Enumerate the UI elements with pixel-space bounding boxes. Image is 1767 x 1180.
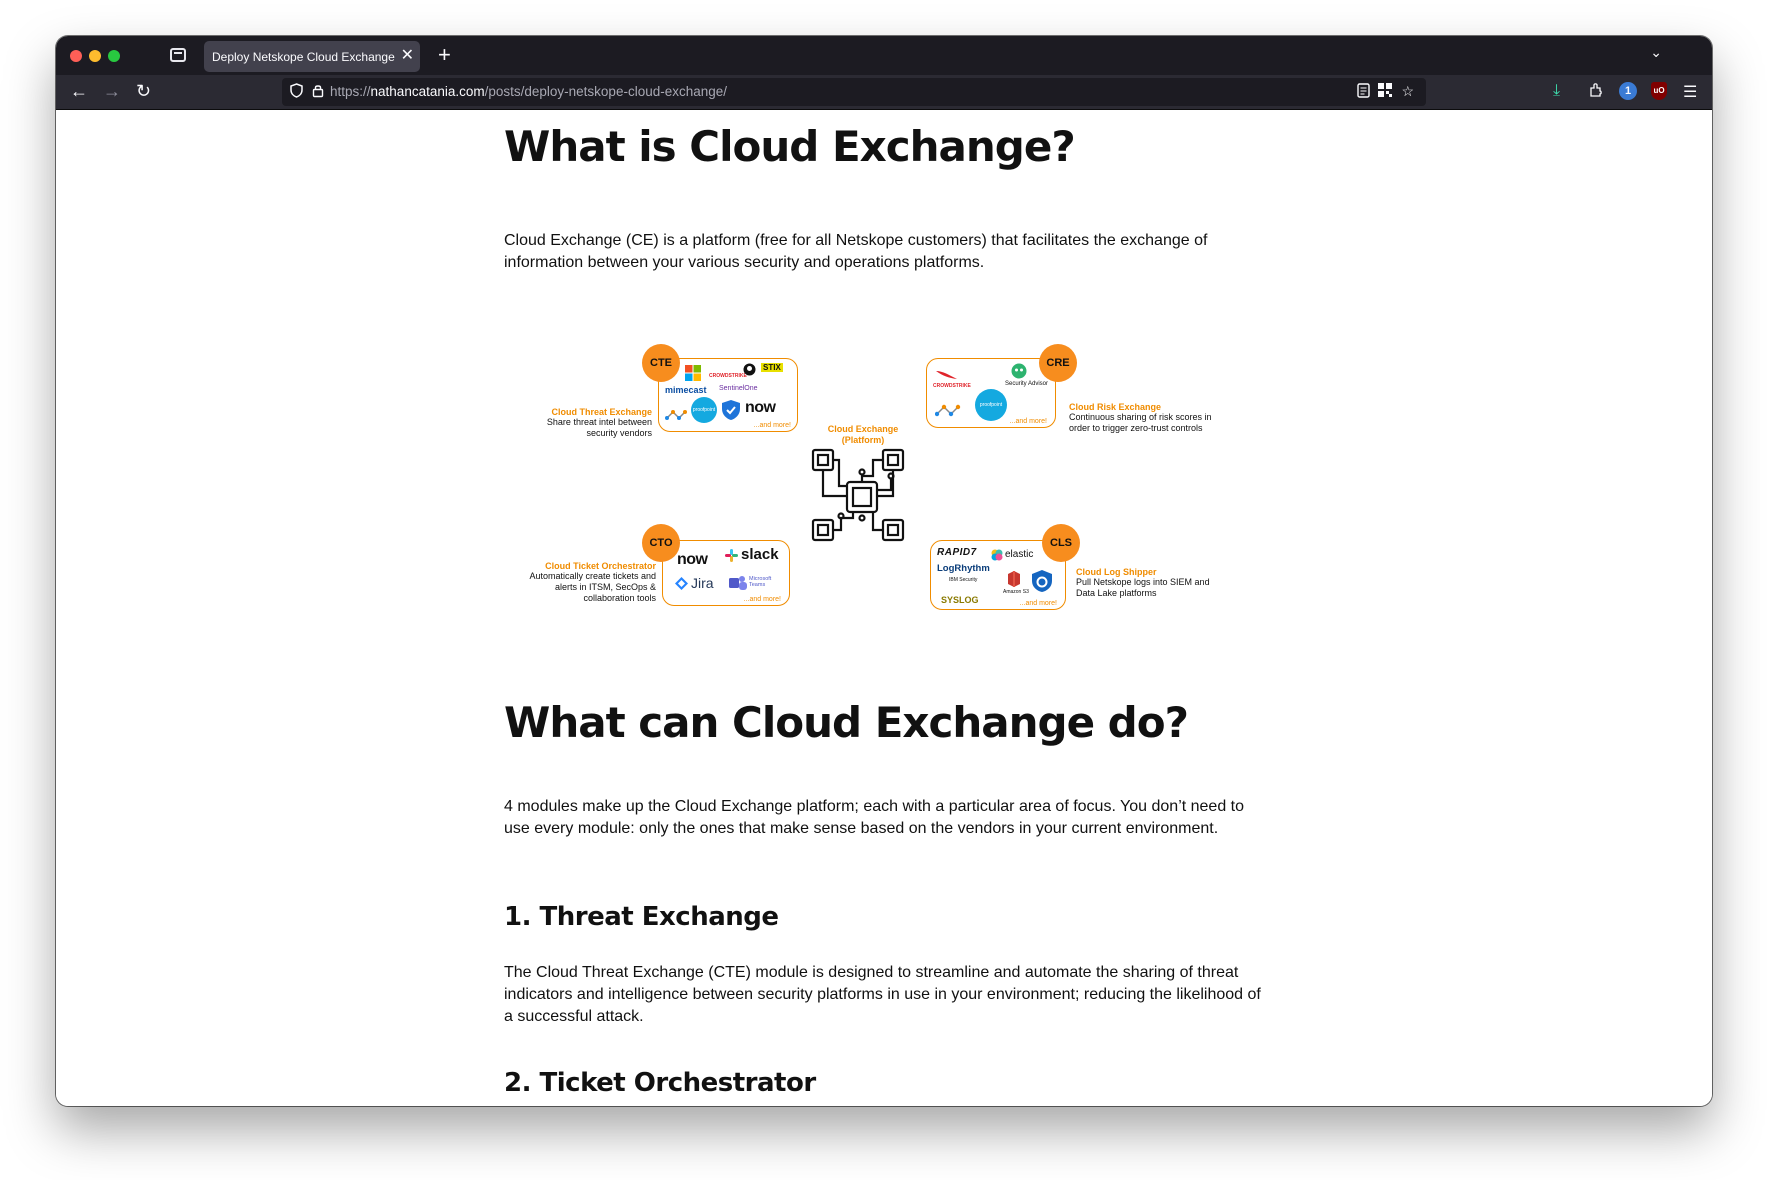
- logrhythm-logo: LogRhythm: [937, 563, 990, 574]
- heading-threat-exchange: 1. Threat Exchange: [504, 902, 779, 932]
- heading-what-can-cloud-exchange-do: What can Cloud Exchange do?: [504, 698, 1189, 747]
- cls-badge: CLS: [1042, 524, 1080, 562]
- platform-chip-icon: [811, 448, 905, 542]
- cto-more: ...and more!: [743, 596, 781, 603]
- crowdstrike-logo: CROWDSTRIKE: [709, 373, 747, 379]
- risk-graph-logo: [934, 403, 961, 420]
- lock-icon[interactable]: [312, 83, 324, 101]
- bookmark-star-icon[interactable]: ☆: [1401, 83, 1414, 100]
- download-icon[interactable]: ⤓: [1553, 82, 1560, 100]
- paragraph-what-can: 4 modules make up the Cloud Exchange pla…: [504, 798, 1245, 837]
- url-path: /posts/deploy-netskope-cloud-exchange/: [484, 84, 728, 99]
- minimize-window-button[interactable]: [89, 50, 101, 62]
- cre-bubble: CROWDSTRIKE Security Advisor proofpoint …: [926, 358, 1056, 428]
- stix-logo: STIX: [761, 363, 783, 372]
- ublock-icon[interactable]: uO: [1651, 82, 1667, 100]
- defender-shield-logo: [721, 399, 741, 424]
- teams-logo: Microsoft Teams: [749, 576, 772, 588]
- proofpoint-logo: proofpoint: [975, 389, 1007, 421]
- jira-icon: [675, 577, 688, 593]
- paragraph-threat-exchange: The Cloud Threat Exchange (CTE) module i…: [504, 964, 1261, 1025]
- cre-description: Continuous sharing of risk scores in ord…: [1069, 412, 1212, 433]
- tab-active[interactable]: Deploy Netskope Cloud Exchange :: Nathan…: [204, 41, 420, 72]
- paragraph-what-is: Cloud Exchange (CE) is a platform (free …: [504, 232, 1208, 271]
- cto-badge: CTO: [642, 524, 680, 562]
- cte-more: ...and more!: [753, 422, 791, 429]
- rapid7-logo: RAPID7: [937, 547, 977, 558]
- password-manager-icon[interactable]: 1: [1619, 82, 1637, 100]
- crowdstrike-logo: CROWDSTRIKE: [933, 383, 971, 389]
- cls-title: Cloud Log Shipper: [1076, 567, 1157, 577]
- splunk-shield-icon: [1031, 569, 1053, 596]
- cto-bubble: now slack Jira Microsoft Teams ...and mo…: [662, 540, 790, 606]
- cloud-exchange-diagram: Cloud Threat Exchange Share threat intel…: [526, 318, 1246, 628]
- slack-logo: slack: [741, 546, 779, 563]
- qr-code-icon[interactable]: [1378, 83, 1392, 100]
- elastic-icon: [991, 549, 1003, 564]
- forward-arrow-icon[interactable]: →: [103, 79, 121, 103]
- cte-bubble: CROWDSTRIKE STIX mimecast SentinelOne pr…: [658, 358, 798, 432]
- url-scheme: https://: [330, 84, 371, 99]
- security-advisor-icon: [1011, 363, 1027, 382]
- browser-window: Deploy Netskope Cloud Exchange :: Nathan…: [56, 36, 1712, 1106]
- cto-description: Automatically create tickets and alerts …: [529, 571, 656, 603]
- mimecast-logo: mimecast: [665, 385, 707, 395]
- servicenow-logo: now: [677, 551, 708, 568]
- security-advisor-logo: Security Advisor: [1005, 381, 1049, 387]
- cre-more: ...and more!: [1009, 418, 1047, 425]
- platform-label: Cloud Exchange (Platform): [827, 424, 899, 445]
- amazon-s3-logo: Amazon S3: [1003, 589, 1029, 595]
- syslog-logo: SYSLOG: [941, 595, 979, 605]
- reload-icon[interactable]: ↻: [136, 79, 151, 103]
- github-logo: [743, 363, 756, 379]
- page-content: What is Cloud Exchange? Cloud Exchange (…: [56, 110, 1712, 1106]
- reader-view-icon[interactable]: [1357, 83, 1370, 101]
- hamburger-menu-icon[interactable]: ☰: [1683, 82, 1697, 102]
- cte-description: Share threat intel between security vend…: [546, 417, 652, 438]
- navigation-toolbar: ← → ↻ https://nathancatania.com/posts/de…: [56, 75, 1712, 110]
- address-bar[interactable]: https://nathancatania.com/posts/deploy-n…: [282, 78, 1426, 106]
- heading-what-is-cloud-exchange: What is Cloud Exchange?: [504, 122, 1076, 171]
- ibm-security-logo: IBM Security: [949, 577, 978, 583]
- cls-more: ...and more!: [1019, 600, 1057, 607]
- url-text: https://nathancatania.com/posts/deploy-n…: [330, 84, 727, 99]
- chevron-down-icon[interactable]: ⌄: [1650, 44, 1662, 61]
- cls-description: Pull Netskope logs into SIEM and Data La…: [1076, 577, 1210, 598]
- cre-badge: CRE: [1039, 344, 1077, 382]
- tab-title: Deploy Netskope Cloud Exchange :: Nathan…: [212, 49, 398, 64]
- url-host: nathancatania.com: [370, 84, 485, 99]
- servicenow-logo: now: [745, 399, 776, 416]
- extensions-icon[interactable]: [1588, 82, 1604, 103]
- microsoft-logo: [685, 365, 701, 384]
- teams-icon: [729, 575, 747, 594]
- close-icon[interactable]: ✕: [401, 46, 414, 66]
- new-tab-icon[interactable]: +: [438, 42, 451, 68]
- elastic-logo: elastic: [1005, 549, 1034, 560]
- zoom-window-button[interactable]: [108, 50, 120, 62]
- cte-title: Cloud Threat Exchange: [551, 407, 652, 417]
- close-window-button[interactable]: [70, 50, 82, 62]
- cre-title: Cloud Risk Exchange: [1069, 402, 1162, 412]
- jira-logo: Jira: [691, 575, 714, 591]
- tab-bar: Deploy Netskope Cloud Exchange :: Nathan…: [56, 36, 1712, 75]
- proofpoint-logo: proofpoint: [691, 397, 717, 423]
- amazon-s3-icon: [1007, 571, 1021, 590]
- tab-list-icon[interactable]: [170, 48, 186, 62]
- slack-icon: [725, 549, 738, 565]
- cte-badge: CTE: [642, 344, 680, 382]
- shield-icon[interactable]: [290, 83, 303, 101]
- sentinelone-logo: SentinelOne: [719, 385, 758, 392]
- crowdstrike-bird-logo: [935, 369, 959, 384]
- heading-ticket-orchestrator: 2. Ticket Orchestrator: [504, 1068, 816, 1098]
- back-arrow-icon[interactable]: ←: [70, 79, 88, 103]
- cto-title: Cloud Ticket Orchestrator: [545, 561, 656, 571]
- threat-graph-logo: [665, 409, 687, 424]
